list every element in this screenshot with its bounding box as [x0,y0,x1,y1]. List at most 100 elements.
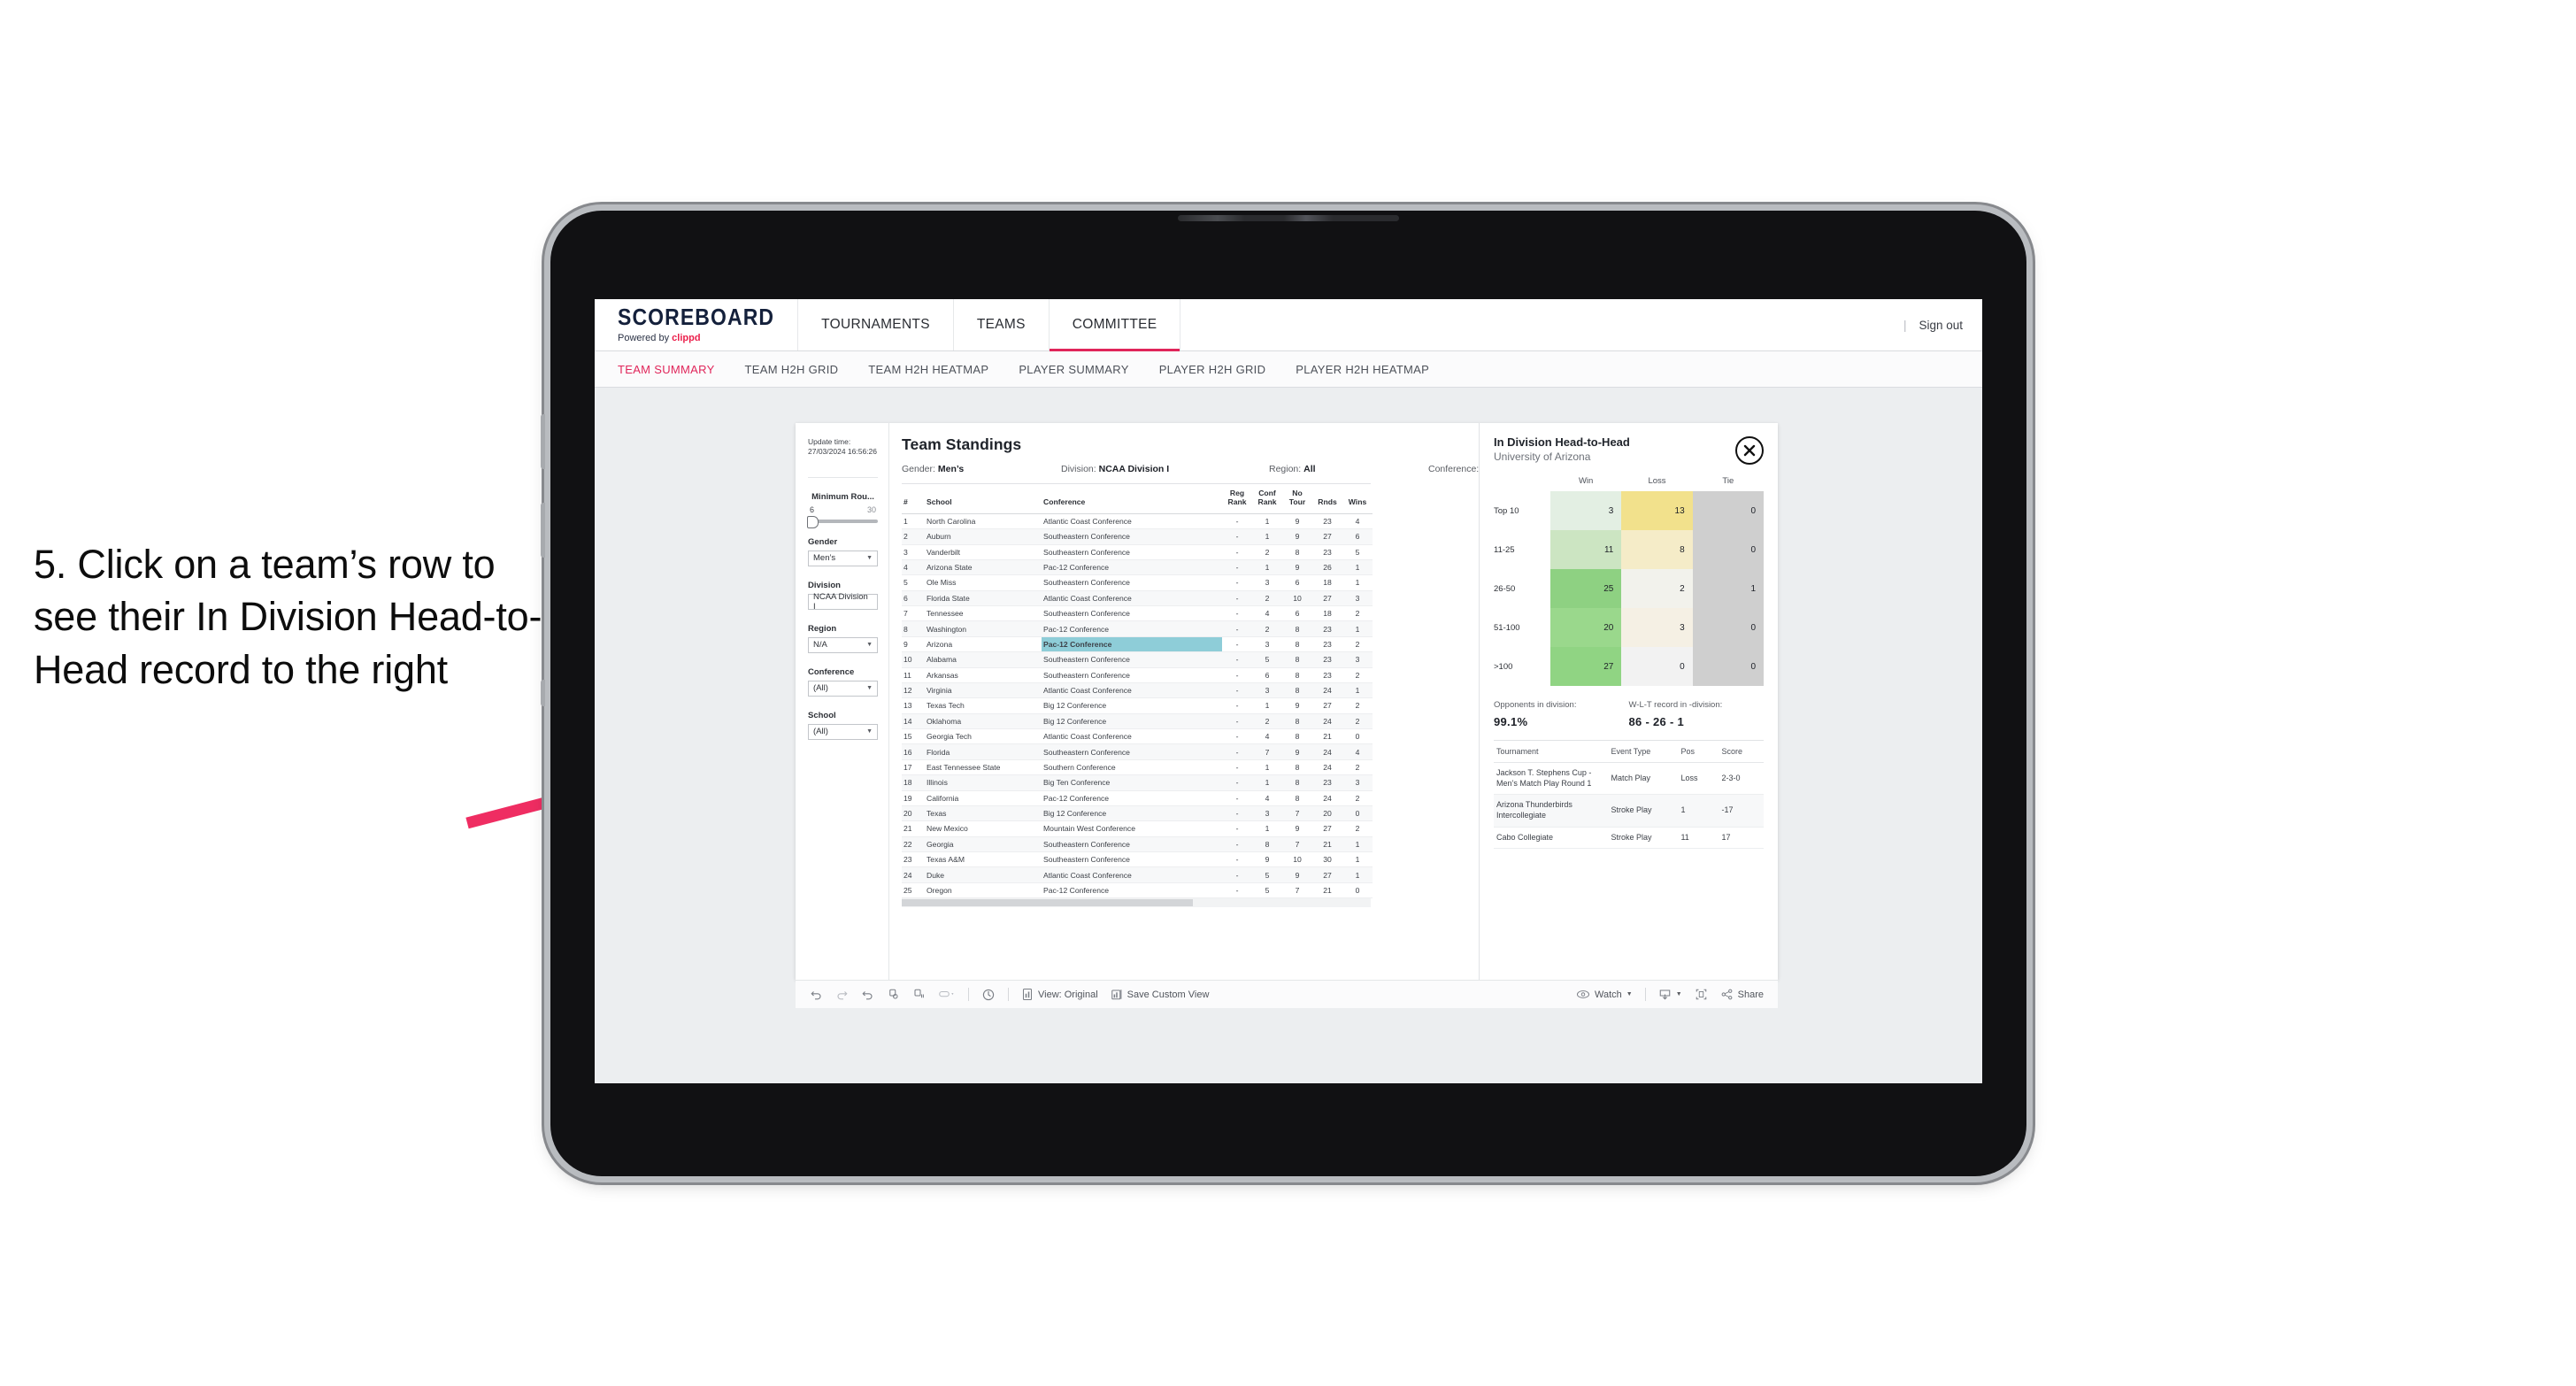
rank-cell: 6 [902,590,925,607]
col-pos[interactable]: Pos [1678,741,1719,763]
rnds-cell: 27 [1312,697,1342,714]
table-row[interactable]: 20 Texas Big 12 Conference -3 7 20 0 [902,805,1373,822]
nav-tab-tournaments[interactable]: TOURNAMENTS [798,299,954,350]
device-layout-icon[interactable] [938,988,956,1001]
slider-handle[interactable] [807,515,819,528]
table-row[interactable]: 2 Auburn Southeastern Conference -1 9 27 6 [902,528,1373,545]
table-row[interactable]: 23 Texas A&M Southeastern Conference -9 10 30… [902,851,1373,868]
heatmap-cell[interactable]: 3 [1550,491,1622,530]
fullscreen-icon[interactable] [1695,988,1708,1001]
heatmap-cell[interactable]: 25 [1550,569,1622,608]
table-row[interactable]: 9 Arizona Pac-12 Conference -3 8 23 2 [902,636,1373,653]
tab-team-h2h-grid[interactable]: TEAM H2H GRID [745,363,839,376]
col-rnds[interactable]: Rnds [1312,484,1342,514]
heatmap-cell[interactable]: 3 [1621,608,1693,647]
heatmap-cell[interactable]: 0 [1692,530,1764,569]
col-no-tour[interactable]: No Tour [1282,484,1312,514]
minimum-rounds-slider[interactable] [807,515,878,528]
table-row[interactable]: 24 Duke Atlantic Coast Conference -5 9 27 1 [902,866,1373,883]
table-row[interactable]: 14 Oklahoma Big 12 Conference -2 8 24 2 [902,713,1373,730]
close-icon[interactable] [1735,436,1764,465]
brand-sub-prefix: Powered by [618,332,673,343]
watch-button[interactable]: Watch ▼ [1576,989,1633,1000]
sign-out-link[interactable]: Sign out [1919,319,1963,332]
region-select[interactable]: N/A ▼ [808,636,878,653]
undo-icon[interactable] [810,988,823,1001]
table-row[interactable]: 18 Illinois Big Ten Conference -1 8 23 3 [902,774,1373,791]
redo-icon[interactable] [835,988,849,1001]
horizontal-scrollbar[interactable] [902,898,1371,908]
table-row[interactable]: 16 Florida Southeastern Conference -7 9 24 4 [902,743,1373,760]
save-custom-view-button[interactable]: Save Custom View [1111,988,1209,1001]
brand-logo[interactable]: SCOREBOARD Powered by clippd [595,299,799,350]
heatmap-cell[interactable]: 1 [1692,569,1764,608]
view-original-button[interactable]: View: Original [1021,988,1098,1001]
alert-icon[interactable] [981,988,996,1002]
list-item[interactable]: Arizona Thunderbirds Intercollegiate Stro… [1494,794,1764,828]
table-row[interactable]: 21 New Mexico Mountain West Conference -1 9 2… [902,820,1373,837]
col-tournament[interactable]: Tournament [1494,741,1609,763]
list-item[interactable]: Cabo Collegiate Stroke Play 11 17 [1494,827,1764,850]
col-conference[interactable]: Conference [1042,484,1222,514]
no-tour-cell: 6 [1282,605,1312,622]
table-row[interactable]: 8 Washington Pac-12 Conference -2 8 23 1 [902,620,1373,637]
pause-auto-update-icon[interactable] [912,988,926,1001]
scrollbar-thumb[interactable] [902,899,1193,907]
table-row[interactable]: 25 Oregon Pac-12 Conference -5 7 21 0 [902,882,1373,899]
nav-tab-committee[interactable]: COMMITTEE [1049,299,1181,351]
heatmap-cell[interactable]: 0 [1621,647,1693,686]
table-row[interactable]: 15 Georgia Tech Atlantic Coast Conference -… [902,728,1373,745]
tab-player-summary[interactable]: PLAYER SUMMARY [1019,363,1128,376]
table-row[interactable]: 3 Vanderbilt Southeastern Conference -2 8 23 5 [902,544,1373,560]
table-row[interactable]: 19 California Pac-12 Conference -4 8 24 2 [902,790,1373,806]
col-conf-rank[interactable]: Conf Rank [1252,484,1282,514]
heatmap-cell[interactable]: 0 [1692,647,1764,686]
table-row[interactable]: 4 Arizona State Pac-12 Conference -1 9 26 1 [902,559,1373,576]
heatmap-cell[interactable]: 20 [1550,608,1622,647]
nav-tab-teams[interactable]: TEAMS [954,299,1050,350]
no-tour-cell: 8 [1282,728,1312,745]
heatmap-cell[interactable]: 11 [1550,530,1622,569]
division-select[interactable]: NCAA Division I [808,592,878,612]
table-row[interactable]: 7 Tennessee Southeastern Conference -4 6 18 2 [902,605,1373,622]
table-row[interactable]: 1 North Carolina Atlantic Coast Conference… [902,513,1373,530]
heatmap-cell[interactable]: 27 [1550,647,1622,686]
col-wins[interactable]: Wins [1342,484,1373,514]
table-row[interactable]: 11 Arkansas Southeastern Conference -6 8 23 2 [902,667,1373,683]
list-item[interactable]: Jackson T. Stephens Cup - Men’s Match Pl… [1494,762,1764,796]
tab-team-summary[interactable]: TEAM SUMMARY [618,363,715,376]
refresh-data-icon[interactable] [887,988,900,1001]
table-row[interactable]: 6 Florida State Atlantic Coast Conference -… [902,590,1373,607]
col-school[interactable]: School [925,484,1042,514]
share-button[interactable]: Share [1720,988,1764,1001]
table-row[interactable]: 10 Alabama Southeastern Conference -5 8 23 3 [902,651,1373,668]
gender-label: Gender [808,536,838,547]
rnds-cell: 18 [1312,605,1342,622]
tab-player-h2h-heatmap[interactable]: PLAYER H2H HEATMAP [1296,363,1429,376]
table-row[interactable]: 22 Georgia Southeastern Conference -8 7 21 1 [902,836,1373,853]
school-select[interactable]: (All) ▼ [808,723,878,740]
heatmap-cell[interactable]: 0 [1692,608,1764,647]
conference-select[interactable]: (All) ▼ [808,680,878,697]
conference-label: Conference [808,666,855,677]
gender-select[interactable]: Men’s ▼ [808,550,878,566]
tab-team-h2h-heatmap[interactable]: TEAM H2H HEATMAP [868,363,988,376]
download-button[interactable]: ▼ [1658,988,1682,1001]
col-event-type[interactable]: Event Type [1608,741,1679,763]
heatmap-cell[interactable]: 0 [1692,491,1764,530]
heatmap-cell[interactable]: 2 [1621,569,1693,608]
heatmap-cell[interactable]: 8 [1621,530,1693,569]
table-row[interactable]: 17 East Tennessee State Southern Conferenc… [902,759,1373,776]
table-row[interactable]: 13 Texas Tech Big 12 Conference -1 9 27 2 [902,697,1373,714]
table-row[interactable]: 5 Ole Miss Southeastern Conference -3 6 18 1 [902,574,1373,591]
volume-up-button[interactable] [541,414,545,469]
col-rank[interactable]: # [902,484,925,514]
volume-down-button[interactable] [541,503,545,558]
heatmap-cell[interactable]: 13 [1621,491,1693,530]
table-row[interactable]: 12 Virginia Atlantic Coast Conference -3 8 24… [902,682,1373,699]
revert-icon[interactable] [861,988,874,1001]
tab-player-h2h-grid[interactable]: PLAYER H2H GRID [1159,363,1266,376]
power-button[interactable] [541,680,545,706]
col-score[interactable]: Score [1719,741,1764,763]
col-reg-rank[interactable]: Reg Rank [1222,484,1252,514]
